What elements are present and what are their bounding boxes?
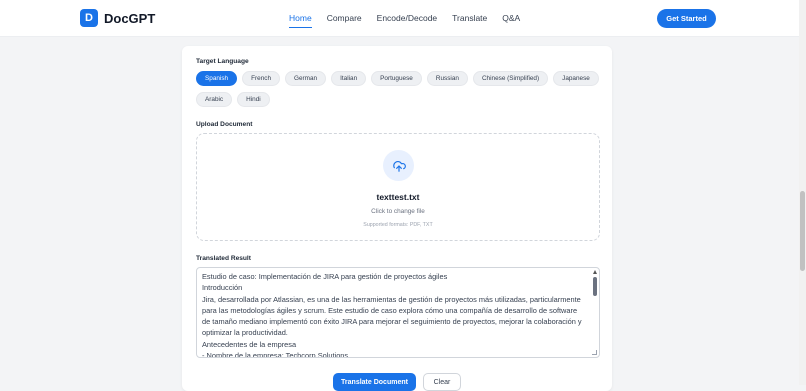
- scroll-up-arrow-icon[interactable]: [593, 270, 597, 274]
- top-navbar: D DocGPT Home Compare Encode/Decode Tran…: [0, 0, 806, 37]
- language-option-german[interactable]: German: [285, 71, 327, 86]
- get-started-button[interactable]: Get Started: [657, 9, 716, 28]
- language-option-russian[interactable]: Russian: [426, 71, 468, 86]
- translated-result-label: Translated Result: [196, 255, 251, 262]
- language-option-italian[interactable]: Italian: [331, 71, 367, 86]
- nav-translate[interactable]: Translate: [452, 13, 487, 23]
- translated-result-textarea[interactable]: Estudio de caso: Implementación de JIRA …: [196, 267, 600, 358]
- brand-logo: D: [80, 9, 98, 27]
- page-scroll-thumb[interactable]: [800, 191, 805, 271]
- nav-qa[interactable]: Q&A: [502, 13, 520, 23]
- language-options-row-2: Arabic Hindi: [196, 92, 270, 107]
- brand-name: DocGPT: [104, 10, 156, 26]
- nav-home[interactable]: Home: [289, 13, 312, 28]
- change-file-hint: Click to change file: [371, 208, 425, 215]
- language-option-french[interactable]: French: [242, 71, 280, 86]
- translated-result-text: Estudio de caso: Implementación de JIRA …: [202, 272, 582, 358]
- language-option-hindi[interactable]: Hindi: [237, 92, 270, 107]
- clear-button[interactable]: Clear: [423, 373, 461, 391]
- language-option-japanese[interactable]: Japanese: [553, 71, 599, 86]
- upload-document-label: Upload Document: [196, 121, 253, 128]
- language-options-row-1: Spanish French German Italian Portuguese…: [196, 71, 599, 86]
- result-scrollbar[interactable]: [591, 268, 599, 357]
- file-dropzone[interactable]: texttest.txt Click to change file Suppor…: [196, 133, 600, 241]
- resize-grip-icon[interactable]: [592, 350, 597, 355]
- language-option-arabic[interactable]: Arabic: [196, 92, 233, 107]
- translate-document-button[interactable]: Translate Document: [333, 373, 416, 391]
- nav-compare[interactable]: Compare: [327, 13, 362, 23]
- result-scroll-thumb[interactable]: [593, 277, 597, 296]
- language-option-spanish[interactable]: Spanish: [196, 71, 238, 86]
- uploaded-file-name: texttest.txt: [376, 192, 420, 202]
- language-option-chinese-simplified[interactable]: Chinese (Simplified): [472, 71, 549, 86]
- supported-formats-note: Supported formats: PDF, TXT: [363, 222, 433, 228]
- page-scrollbar[interactable]: [799, 0, 806, 385]
- main-nav: Home Compare Encode/Decode Translate Q&A: [289, 13, 535, 28]
- translate-card: Target Language Spanish French German It…: [182, 46, 612, 391]
- nav-encode-decode[interactable]: Encode/Decode: [377, 13, 438, 23]
- target-language-label: Target Language: [196, 58, 249, 65]
- brand[interactable]: D DocGPT: [80, 9, 155, 27]
- language-option-portuguese[interactable]: Portuguese: [371, 71, 422, 86]
- upload-cloud-icon: [383, 150, 414, 181]
